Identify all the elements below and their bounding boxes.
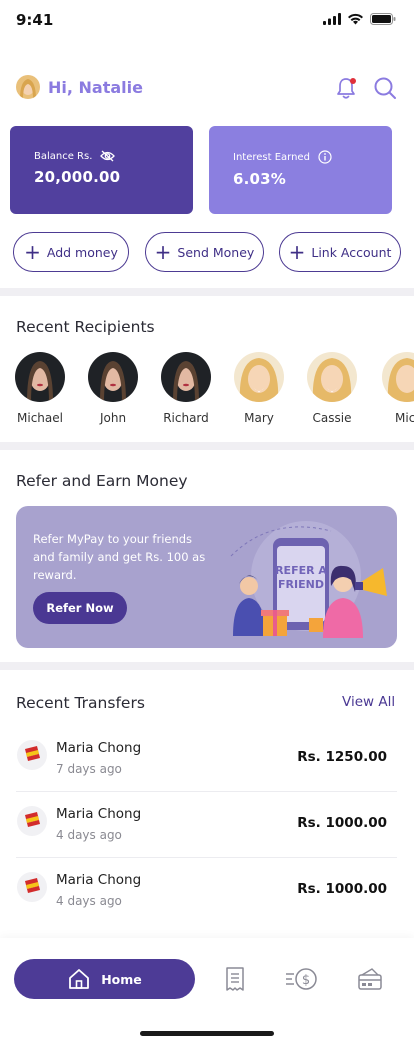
transfer-amount: Rs. 1000.00 [297, 815, 387, 831]
interest-card: Interest Earned 6.03% [209, 126, 392, 214]
avatar [234, 352, 284, 402]
greeting-text: Hi, Natalie [48, 78, 143, 97]
status-icons [323, 13, 396, 25]
recipient-name: Richard [163, 411, 209, 425]
nav-home-label: Home [101, 971, 142, 987]
recipient-item[interactable]: Cassie [302, 352, 362, 425]
avatar [307, 352, 357, 402]
eye-off-icon[interactable] [100, 150, 116, 162]
nav-cards-button[interactable] [357, 966, 383, 996]
transfer-row[interactable]: Maria Chong 4 days ago Rs. 1000.00 [0, 806, 414, 872]
plus-icon: + [288, 239, 306, 264]
section-divider [0, 442, 414, 450]
recipients-title: Recent Recipients [16, 318, 155, 336]
transfer-row[interactable]: Maria Chong 4 days ago Rs. 1000.00 [0, 872, 414, 938]
nav-home-button[interactable]: Home [14, 959, 195, 999]
recipient-name: Mary [244, 411, 274, 425]
transfer-date: 7 days ago [56, 762, 122, 776]
balance-label: Balance Rs. [34, 150, 93, 162]
recipient-item[interactable]: Michael [10, 352, 70, 425]
transfers-title: Recent Transfers [16, 694, 145, 712]
add-money-label: Add money [46, 244, 118, 260]
transfer-row[interactable]: Maria Chong 7 days ago Rs. 1250.00 [0, 740, 414, 806]
spain-flag-icon [17, 806, 47, 836]
refer-banner: Refer MyPay to your friends and family a… [16, 506, 397, 648]
wallet-card-icon [358, 968, 382, 990]
refer-now-button[interactable]: Refer Now [33, 592, 127, 624]
cellular-signal-icon [323, 13, 341, 25]
recipient-name: Mic [395, 411, 414, 425]
search-icon [374, 77, 396, 99]
home-indicator [140, 1031, 274, 1036]
avatar [15, 352, 65, 402]
money-transfer-icon: $ [286, 968, 317, 990]
refer-illustration: REFER A FRIEND [230, 521, 387, 638]
receipt-icon [226, 967, 244, 991]
plus-icon: + [24, 239, 41, 264]
transfer-amount: Rs. 1250.00 [297, 749, 387, 765]
spain-flag-icon [17, 740, 47, 770]
recipient-item[interactable]: Mic [376, 352, 414, 425]
user-avatar[interactable] [16, 75, 40, 99]
search-button[interactable] [373, 76, 397, 104]
link-account-button[interactable]: + Link Account [279, 232, 401, 272]
recipient-name: John [99, 411, 127, 425]
status-bar: 9:41 [0, 0, 414, 40]
avatar [382, 352, 414, 402]
avatar [161, 352, 211, 402]
transfer-name: Maria Chong [56, 872, 142, 888]
avatar [88, 352, 138, 402]
balance-card: Balance Rs. 20,000.00 [10, 126, 193, 214]
wifi-icon [348, 13, 363, 25]
recipient-item[interactable]: John [83, 352, 143, 425]
interest-value: 6.03% [233, 170, 287, 188]
view-all-link[interactable]: View All [342, 694, 395, 710]
row-divider [16, 857, 397, 858]
illustration-text-2: FRIEND [278, 578, 324, 591]
illustration-text-1: REFER A [275, 564, 327, 577]
transfer-date: 4 days ago [56, 828, 122, 842]
info-icon[interactable] [318, 150, 332, 164]
transfer-amount: Rs. 1000.00 [297, 881, 387, 897]
send-money-button[interactable]: + Send Money [145, 232, 264, 272]
refer-text: Refer MyPay to your friends and family a… [33, 532, 206, 582]
section-divider [0, 662, 414, 670]
recipient-item[interactable]: Richard [156, 352, 216, 425]
row-divider [16, 791, 397, 792]
link-account-label: Link Account [311, 244, 392, 260]
refer-title: Refer and Earn Money [16, 472, 188, 490]
transfer-name: Maria Chong [56, 740, 142, 756]
nav-payments-button[interactable]: $ [285, 966, 319, 996]
section-divider [0, 288, 414, 296]
transfer-date: 4 days ago [56, 894, 122, 908]
status-time: 9:41 [16, 11, 54, 29]
recipient-name: Michael [17, 411, 63, 425]
recipient-item[interactable]: Mary [229, 352, 289, 425]
home-icon [69, 969, 90, 989]
interest-label: Interest Earned [233, 151, 310, 163]
add-money-button[interactable]: + Add money [13, 232, 129, 272]
svg-text:$: $ [302, 973, 310, 988]
spain-flag-icon [17, 872, 47, 902]
transfer-name: Maria Chong [56, 806, 142, 822]
plus-icon: + [154, 239, 172, 264]
notification-badge [350, 78, 356, 84]
battery-icon [370, 13, 396, 25]
send-money-label: Send Money [177, 244, 255, 260]
balance-value: 20,000.00 [34, 168, 121, 186]
recipient-name: Cassie [312, 411, 352, 425]
nav-receipt-button[interactable] [223, 966, 247, 996]
